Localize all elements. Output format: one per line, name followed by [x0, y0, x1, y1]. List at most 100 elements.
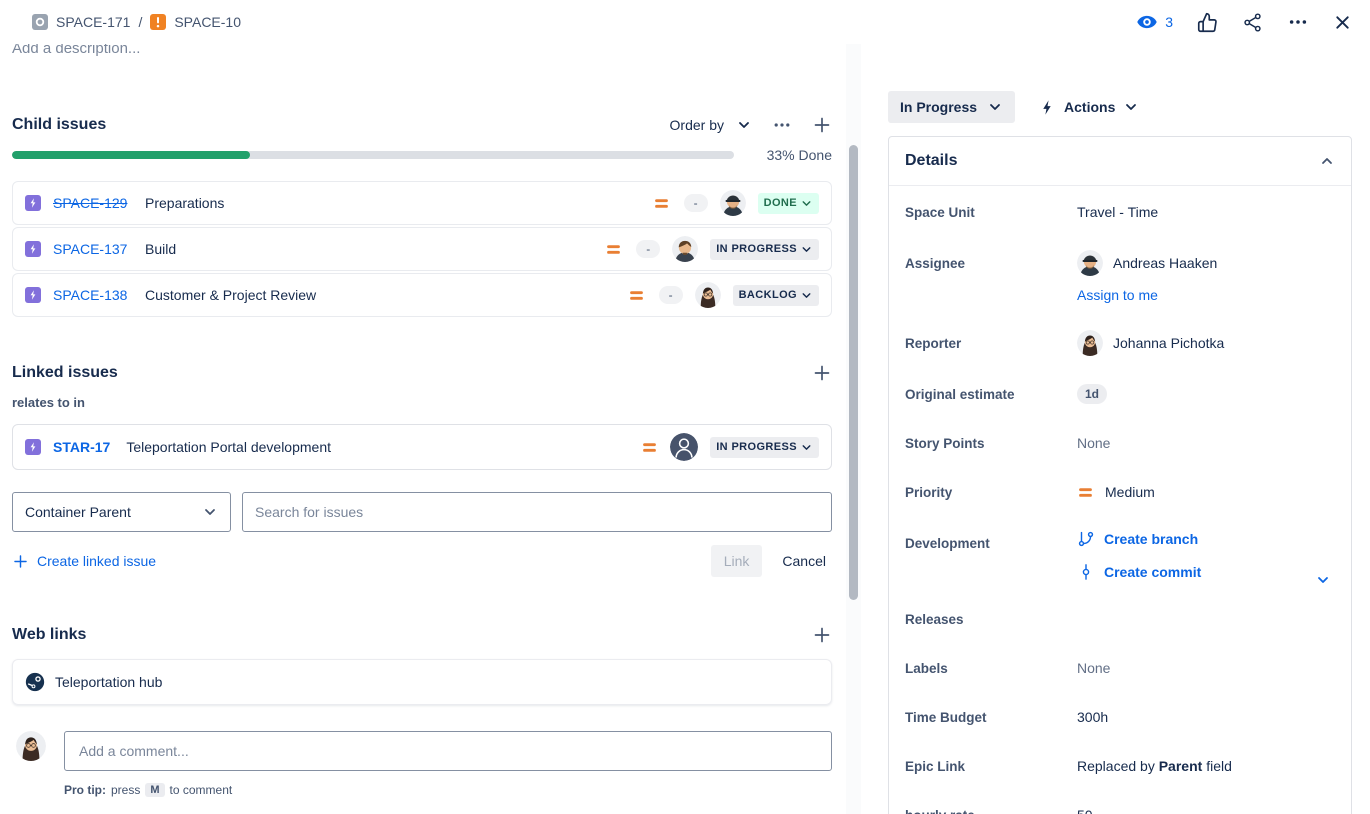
estimate-badge[interactable]: - — [659, 286, 683, 304]
breadcrumb-separator: / — [138, 14, 142, 30]
assign-to-me-link[interactable]: Assign to me — [1077, 287, 1158, 303]
story-points-value[interactable]: None — [1077, 435, 1335, 451]
priority-medium-icon — [653, 195, 670, 212]
issue-summary: Teleportation Portal development — [126, 439, 331, 455]
child-issue-row[interactable]: SPACE-137 Build - IN PROGRESS — [12, 227, 832, 271]
protip-press: press — [111, 783, 140, 797]
epic-link-prefix: Replaced by — [1077, 758, 1155, 774]
reporter-value[interactable]: Johanna Pichotka — [1077, 330, 1335, 356]
chevron-up-icon — [1319, 153, 1335, 169]
plus-icon — [812, 363, 832, 383]
issue-search-input[interactable] — [242, 492, 832, 532]
order-by-label: Order by — [670, 117, 724, 133]
assignee-name: Andreas Haaken — [1113, 255, 1217, 271]
field-space-unit: Space Unit Travel - Time — [905, 201, 1335, 223]
child-issues-title: Child issues — [12, 116, 106, 134]
scrollbar-thumb[interactable] — [849, 145, 858, 600]
breadcrumb-parent-link[interactable]: SPACE-171 — [56, 14, 130, 30]
link-issue-form: Container Parent — [12, 492, 832, 532]
cancel-button[interactable]: Cancel — [776, 545, 832, 577]
field-label: Assignee — [905, 256, 1077, 271]
unassigned-avatar[interactable] — [670, 433, 698, 461]
field-label: Priority — [905, 485, 1077, 500]
progress-label: 33% Done — [748, 147, 832, 163]
epic-link-suffix: field — [1206, 758, 1232, 774]
git-branch-icon — [1077, 530, 1095, 548]
reporter-avatar — [1077, 330, 1103, 356]
assignee-avatar[interactable] — [695, 282, 721, 308]
assignee-avatar[interactable] — [672, 236, 698, 262]
subtask-type-icon — [25, 439, 41, 455]
watch-button[interactable]: 3 — [1136, 11, 1173, 33]
reporter-name: Johanna Pichotka — [1113, 335, 1224, 351]
linked-issues-title: Linked issues — [12, 364, 118, 382]
space-unit-value[interactable]: Travel - Time — [1077, 204, 1335, 220]
labels-value[interactable]: None — [1077, 660, 1335, 676]
status-label: IN PROGRESS — [716, 441, 797, 453]
add-web-link-button[interactable] — [812, 625, 832, 645]
web-link-item[interactable]: Teleportation hub — [12, 659, 832, 705]
status-label: DONE — [764, 197, 797, 209]
issue-key-link[interactable]: SPACE-137 — [53, 241, 129, 257]
estimate-badge[interactable]: - — [636, 240, 660, 258]
child-issues-more-button[interactable] — [772, 115, 792, 135]
like-button[interactable] — [1197, 12, 1218, 33]
eye-icon — [1136, 11, 1158, 33]
details-header[interactable]: Details — [889, 137, 1351, 186]
epic-link-value[interactable]: Replaced by Parent field — [1077, 758, 1335, 774]
priority-name: Medium — [1105, 484, 1155, 500]
actions-dropdown-button[interactable]: Actions — [1039, 99, 1139, 116]
issue-key-link[interactable]: SPACE-138 — [53, 287, 129, 303]
original-estimate-value[interactable]: 1d — [1077, 384, 1107, 404]
status-dropdown[interactable]: DONE — [758, 193, 819, 214]
protip-key: M — [145, 783, 164, 797]
time-budget-value[interactable]: 300h — [1077, 709, 1335, 725]
order-by-button[interactable]: Order by — [670, 117, 752, 133]
create-linked-issue-button[interactable]: Create linked issue — [12, 553, 156, 570]
priority-value[interactable]: Medium — [1077, 484, 1335, 501]
add-child-issue-button[interactable] — [812, 115, 832, 135]
more-actions-button[interactable] — [1287, 11, 1309, 33]
create-linked-issue-label: Create linked issue — [37, 553, 156, 569]
chevron-down-icon[interactable] — [1315, 572, 1331, 588]
scrollbar-track[interactable] — [846, 44, 861, 814]
status-label: In Progress — [900, 99, 977, 115]
child-issue-row[interactable]: SPACE-138 Customer & Project Review - BA… — [12, 273, 832, 317]
field-label: Original estimate — [905, 387, 1077, 402]
status-dropdown[interactable]: BACKLOG — [733, 285, 819, 306]
chevron-down-icon — [736, 117, 752, 133]
status-dropdown[interactable]: IN PROGRESS — [710, 239, 819, 260]
comment-input[interactable] — [64, 731, 832, 771]
issue-key-link[interactable]: STAR-17 — [53, 439, 110, 455]
assignee-value[interactable]: Andreas Haaken — [1077, 250, 1335, 276]
linked-issue-row[interactable]: STAR-17 Teleportation Portal development… — [12, 424, 832, 470]
create-commit-link[interactable]: Create commit — [1077, 563, 1335, 581]
issue-key-link[interactable]: SPACE-129 — [53, 195, 129, 211]
create-branch-link[interactable]: Create branch — [1077, 530, 1335, 548]
protip-label: Pro tip: — [64, 783, 106, 797]
status-dropdown[interactable]: IN PROGRESS — [710, 437, 819, 458]
hourly-rate-value[interactable]: 50 — [1077, 807, 1335, 814]
child-issue-list: SPACE-129 Preparations - DONE SPACE-137 … — [12, 181, 832, 317]
chevron-down-icon — [800, 441, 813, 454]
field-label: Reporter — [905, 336, 1077, 351]
details-title: Details — [905, 152, 957, 170]
estimate-badge[interactable]: - — [684, 194, 708, 212]
watch-count: 3 — [1165, 14, 1173, 30]
issue-summary: Customer & Project Review — [145, 287, 316, 303]
details-fields: Space Unit Travel - Time Assignee Andrea… — [889, 186, 1351, 814]
breadcrumb-current-link[interactable]: SPACE-10 — [174, 14, 241, 30]
link-button[interactable]: Link — [711, 545, 763, 577]
status-dropdown-button[interactable]: In Progress — [888, 91, 1015, 123]
close-button[interactable] — [1333, 13, 1352, 32]
link-type-select[interactable]: Container Parent — [12, 492, 231, 532]
field-label: Space Unit — [905, 205, 1077, 220]
share-button[interactable] — [1242, 12, 1263, 33]
add-linked-issue-button[interactable] — [812, 363, 832, 383]
status-actions-row: In Progress Actions — [888, 91, 1352, 123]
assignee-avatar — [1077, 250, 1103, 276]
assignee-avatar[interactable] — [720, 190, 746, 216]
linked-issues-section: Linked issues relates to in STAR-17 Tele… — [12, 363, 832, 577]
child-issue-row[interactable]: SPACE-129 Preparations - DONE — [12, 181, 832, 225]
actions-label: Actions — [1064, 99, 1115, 115]
